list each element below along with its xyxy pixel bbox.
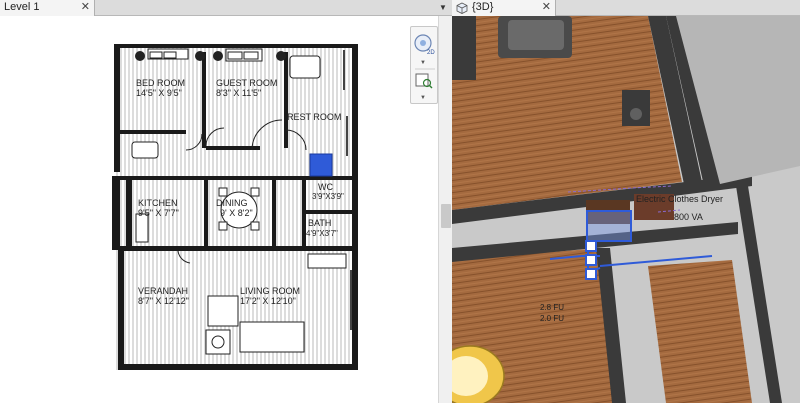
dryer-label: Electric Clothes Dryer bbox=[636, 194, 723, 204]
tab-3d[interactable]: {3D} ✕ bbox=[452, 0, 556, 16]
3d-view-pane: {3D} ✕ Electric Clothes Dryer 800 VA 2.8… bbox=[452, 0, 800, 403]
room-size: 14'5" X 9'5" bbox=[136, 88, 182, 98]
room-size: 3'9"X3'9" bbox=[312, 192, 344, 201]
floor-plan: BED ROOM 14'5" X 9'5" GUEST ROOM 8'3" X … bbox=[112, 44, 358, 370]
plan-view-scrollbar[interactable] bbox=[438, 16, 452, 403]
revit-workspace: Level 1 ✕ ▼ BED ROOM 14'5" X 9'5" GUEST … bbox=[0, 0, 800, 403]
3d-model-view[interactable]: Electric Clothes Dryer 800 VA 2.8 FU 2.0… bbox=[452, 16, 800, 403]
svg-text:2D: 2D bbox=[427, 50, 435, 56]
steering-wheel-icon[interactable]: 2D bbox=[414, 34, 435, 56]
tag-line: 2.0 FU bbox=[540, 314, 564, 323]
room-name: GUEST ROOM bbox=[216, 78, 277, 88]
room-size: 17'2" X 12'10" bbox=[240, 296, 296, 306]
room-name: BED ROOM bbox=[136, 78, 185, 88]
scrollbar-thumb[interactable] bbox=[441, 204, 451, 228]
chevron-down-icon[interactable]: ▼ bbox=[420, 95, 426, 101]
room-size: 9' X 8'2" bbox=[220, 208, 253, 218]
room-name: REST ROOM bbox=[287, 112, 341, 122]
tab-3d-title: {3D} bbox=[472, 1, 494, 13]
plan-view-tabbar: Level 1 ✕ ▼ bbox=[0, 0, 452, 16]
room-size: 9'5" X 7'7" bbox=[138, 208, 179, 218]
room-name: LIVING ROOM bbox=[240, 286, 300, 296]
zoom-region-icon[interactable] bbox=[415, 73, 433, 89]
room-size: 8'7" X 12'12" bbox=[138, 296, 189, 306]
navigation-bar: 2D ▼ ▼ bbox=[410, 26, 438, 104]
room-size: 4'9"X3'7" bbox=[306, 229, 338, 238]
navigation-bar-icons: 2D ▼ ▼ bbox=[414, 34, 435, 101]
room-size: 8'3" X 11'5" bbox=[216, 88, 261, 98]
va-label: 800 VA bbox=[674, 212, 703, 222]
room-name: WC bbox=[318, 182, 333, 192]
room-name: DINING bbox=[216, 198, 248, 208]
tab-level-1-title: Level 1 bbox=[4, 1, 40, 13]
plan-view-pane: Level 1 ✕ ▼ BED ROOM 14'5" X 9'5" GUEST … bbox=[0, 0, 452, 403]
tab-level-1[interactable]: Level 1 ✕ bbox=[0, 0, 95, 16]
selected-element[interactable] bbox=[309, 153, 333, 177]
3d-view-tabbar: {3D} ✕ bbox=[452, 0, 800, 16]
chevron-down-icon[interactable]: ▼ bbox=[437, 1, 449, 14]
tag-line: 2.8 FU bbox=[540, 303, 564, 312]
room-name: BATH bbox=[308, 218, 331, 228]
room-name: VERANDAH bbox=[138, 286, 188, 296]
room-name: KITCHEN bbox=[138, 198, 178, 208]
chevron-down-icon[interactable]: ▼ bbox=[420, 60, 426, 66]
close-icon[interactable]: ✕ bbox=[542, 0, 551, 15]
close-icon[interactable]: ✕ bbox=[81, 0, 90, 15]
